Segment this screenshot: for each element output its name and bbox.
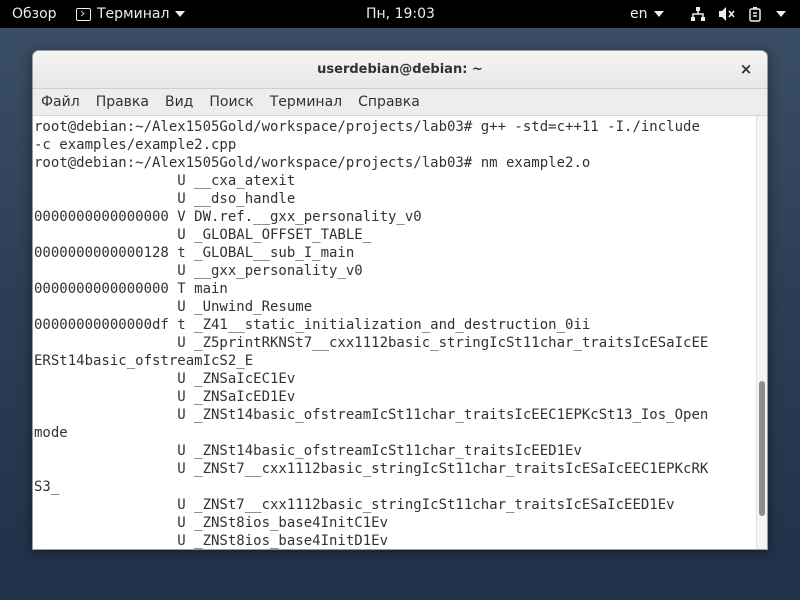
terminal-line: U __dso_handle <box>34 191 296 207</box>
terminal-line: U _GLOBAL_OFFSET_TABLE_ <box>34 227 372 243</box>
terminal-line: root@debian:~/Alex1505Gold/workspace/pro… <box>34 155 591 171</box>
terminal-line: U _ZNSt8ios_base4InitC1Ev <box>34 515 389 531</box>
clock-label: Пн, 19:03 <box>366 6 435 22</box>
system-menu-button[interactable] <box>690 0 786 28</box>
keyboard-layout-button[interactable]: en <box>630 0 664 28</box>
terminal-line: ERSt14basic_ofstreamIcS2_E <box>34 353 254 369</box>
terminal-line: U _ZNSaIcEC1Ev <box>34 371 296 387</box>
terminal-line: U _ZNSt14basic_ofstreamIcSt11char_traits… <box>34 443 582 459</box>
menu-item[interactable]: Вид <box>165 94 193 110</box>
terminal-line: U __gxx_personality_v0 <box>34 263 363 279</box>
chevron-down-icon <box>653 11 664 17</box>
terminal-output: root@debian:~/Alex1505Gold/workspace/pro… <box>34 118 756 549</box>
terminal-line: mode <box>34 425 68 441</box>
menu-item[interactable]: Справка <box>358 94 420 110</box>
terminal-line: root@debian:~/Alex1505Gold/workspace/pro… <box>34 119 700 135</box>
terminal-line: U _ZNSt7__cxx1112basic_stringIcSt11char_… <box>34 461 709 477</box>
terminal-line: U _ZNSt8ios_base4InitD1Ev <box>34 533 389 549</box>
network-icon <box>690 6 706 22</box>
top-bar: Обзор Терминал Пн, 19:03 en <box>0 0 800 28</box>
terminal-line: U __cxa_atexit <box>34 173 296 189</box>
volume-muted-icon <box>718 6 736 22</box>
menu-item[interactable]: Файл <box>41 94 80 110</box>
terminal-line: U _ZNSt7__cxx1112basic_stringIcSt11char_… <box>34 497 675 513</box>
app-menu-button[interactable]: Терминал <box>76 0 186 28</box>
scrollbar[interactable] <box>756 116 767 549</box>
terminal-line: U _Z5printRKNSt7__cxx1112basic_stringIcS… <box>34 335 709 351</box>
terminal-line: 0000000000000128 t _GLOBAL__sub_I_main <box>34 245 355 261</box>
terminal-line: U _Unwind_Resume <box>34 299 313 315</box>
terminal-line: -c examples/example2.cpp <box>34 137 237 153</box>
terminal-window: userdebian@debian: ~ × Файл Правка Вид Поис… <box>32 50 768 550</box>
activities-button[interactable]: Обзор <box>12 0 57 28</box>
terminal-line: 0000000000000000 V DW.ref.__gxx_personal… <box>34 209 422 225</box>
menu-item[interactable]: Терминал <box>270 94 342 110</box>
battery-icon <box>748 6 764 22</box>
app-menu-label: Терминал <box>97 6 170 22</box>
chevron-down-icon <box>175 11 186 17</box>
terminal-line: 00000000000000df t _Z41__static_initiali… <box>34 317 591 333</box>
terminal-app-icon <box>76 7 91 21</box>
activities-label: Обзор <box>12 6 57 22</box>
window-title: userdebian@debian: ~ <box>317 62 483 77</box>
close-button[interactable]: × <box>737 60 755 78</box>
menu-item[interactable]: Правка <box>96 94 149 110</box>
terminal-line: U _ZNSt14basic_ofstreamIcSt11char_traits… <box>34 407 709 423</box>
chevron-down-icon <box>776 11 786 17</box>
menu-bar: Файл Правка Вид Поиск Терминал Справка <box>33 89 767 116</box>
terminal-view[interactable]: root@debian:~/Alex1505Gold/workspace/pro… <box>33 116 767 549</box>
window-titlebar[interactable]: userdebian@debian: ~ × <box>33 51 767 89</box>
scrollbar-thumb[interactable] <box>759 381 765 516</box>
keyboard-layout-label: en <box>630 6 648 22</box>
menu-item[interactable]: Поиск <box>209 94 253 110</box>
clock-button[interactable]: Пн, 19:03 <box>366 0 435 28</box>
terminal-line: 0000000000000000 T main <box>34 281 228 297</box>
terminal-line: S3_ <box>34 479 60 495</box>
terminal-line: U _ZNSaIcED1Ev <box>34 389 296 405</box>
